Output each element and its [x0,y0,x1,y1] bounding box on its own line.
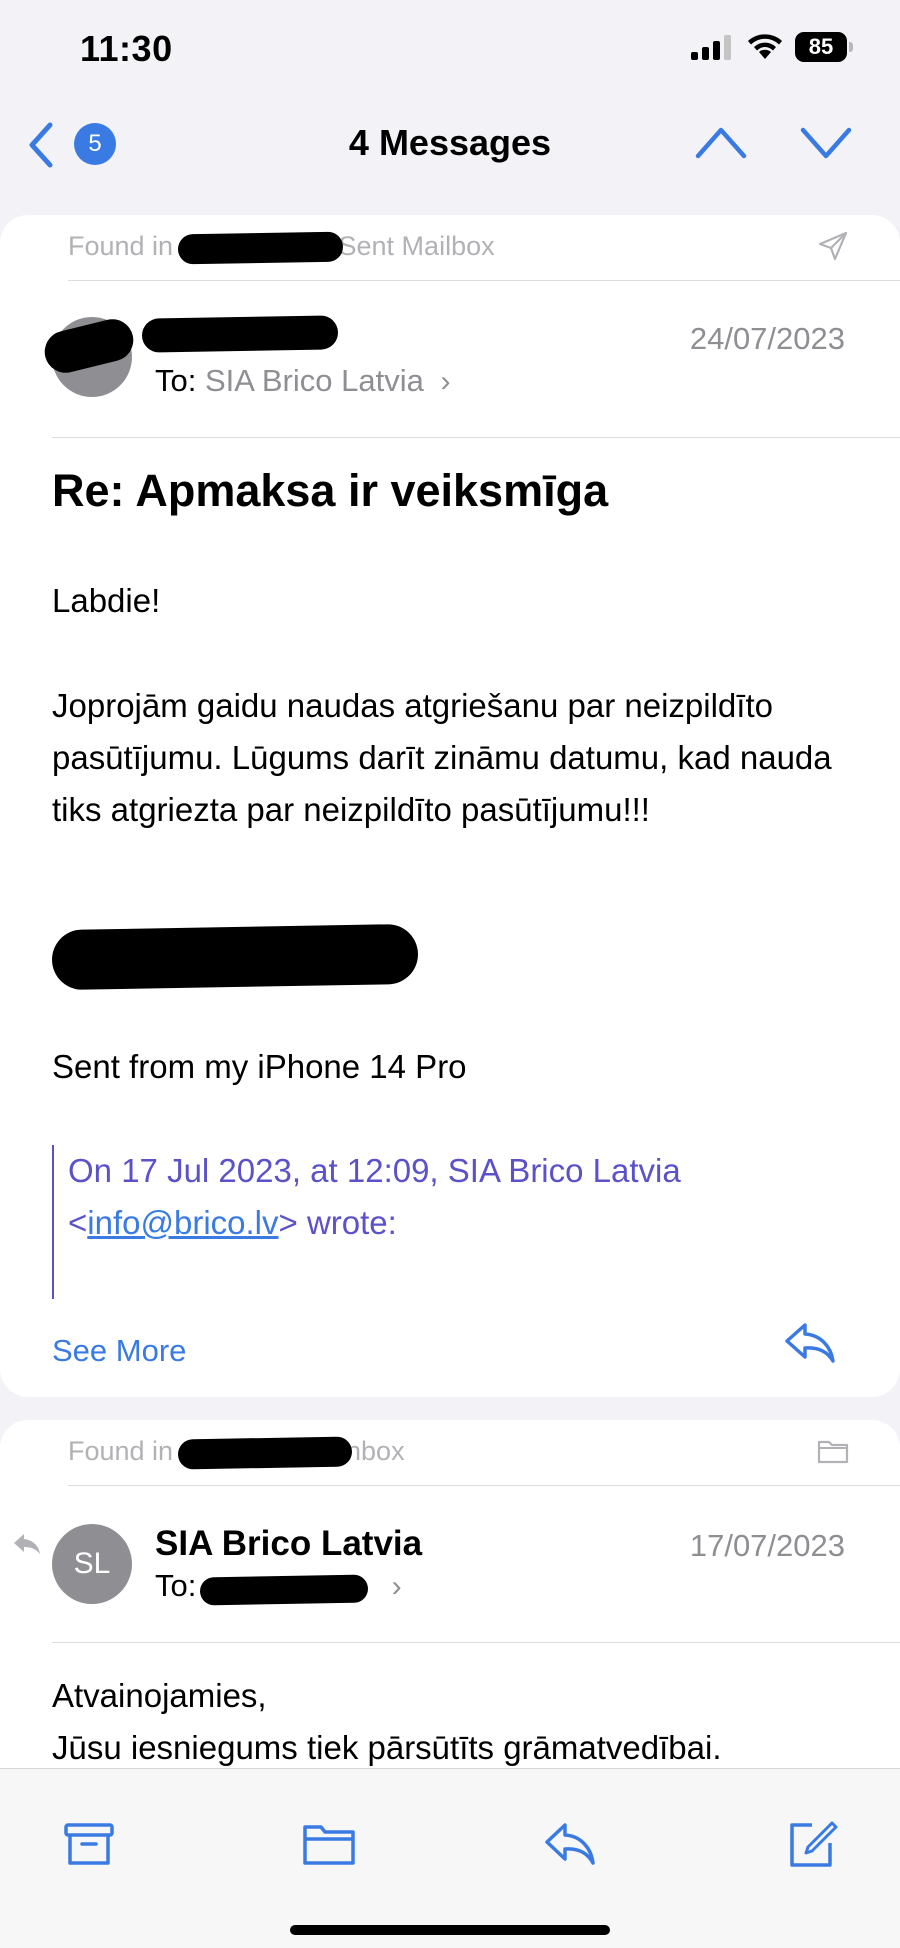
status-time: 11:30 [80,28,173,69]
quote-email-link[interactable]: info@brico.lv [87,1204,278,1241]
home-indicator[interactable] [290,1925,610,1935]
message-greeting: Labdie! [52,582,161,619]
compose-icon[interactable] [784,1819,838,1869]
see-more-link[interactable]: See More [52,1333,186,1369]
to-label: To: [155,1568,197,1603]
message-card[interactable]: Found in @gmail.com Sent Mailbox To: SIA… [0,215,900,1397]
mailbox-source-row: Found in @gmail.com Inbox [68,1420,900,1486]
message-body: Joprojām gaidu naudas atgriešanu par nei… [52,687,832,828]
paper-plane-icon [818,231,848,261]
divider [52,437,900,438]
message-body-line: Jūsu iesniegums tiek pārsūtīts grāmatved… [52,1729,722,1766]
bottom-toolbar [0,1768,900,1948]
nav-title: 4 Messages [348,122,552,163]
avatar[interactable]: SL [52,1524,132,1604]
chevron-down-icon[interactable] [800,122,852,162]
battery-level: 85 [808,34,834,59]
message-date: 24/07/2023 [689,321,845,356]
chevron-up-icon[interactable] [695,122,747,162]
redaction-mark [199,1574,369,1606]
wifi-icon [748,34,782,59]
chevron-right-icon: › [391,1570,402,1603]
cellular-signal-icon [691,35,731,60]
recipient-name[interactable]: SIA Brico Latvia [205,363,424,398]
redaction-mark [141,315,339,353]
chevron-right-icon: › [440,365,451,398]
reply-icon[interactable] [783,1321,837,1365]
status-bar: 11:30 85 [0,0,900,100]
quote-wrote: > wrote: [278,1204,397,1241]
message-date: 17/07/2023 [689,1528,845,1563]
to-label: To: [155,363,197,398]
recipient-line[interactable]: To: SIA Brico Latvia › [155,363,450,399]
mailbox-source-row: Found in @gmail.com Sent Mailbox [68,215,900,281]
quoted-reply: On 17 Jul 2023, at 12:09, SIA Brico Latv… [52,1145,852,1299]
quote-header: On 17 Jul 2023, at 12:09, SIA Brico Latv… [68,1152,681,1189]
sender-name[interactable]: SIA Brico Latvia [155,1524,422,1564]
quote-lt: < [68,1204,88,1241]
reply-icon[interactable] [543,1819,597,1869]
message-body-line: Atvainojamies, [52,1677,267,1714]
redaction-mark [177,231,344,265]
divider [52,1642,900,1643]
message-signature: Sent from my iPhone 14 Pro [52,1048,467,1085]
message-subject: Re: Apmaksa ir veiksmīga [52,465,609,516]
folder-icon [817,1440,849,1464]
folder-icon[interactable] [302,1819,356,1869]
redaction-mark [177,1436,353,1470]
redaction-mark [51,923,419,991]
replied-indicator-icon [14,1534,40,1554]
battery-icon: 85 [795,32,853,62]
archive-icon[interactable] [62,1819,116,1869]
